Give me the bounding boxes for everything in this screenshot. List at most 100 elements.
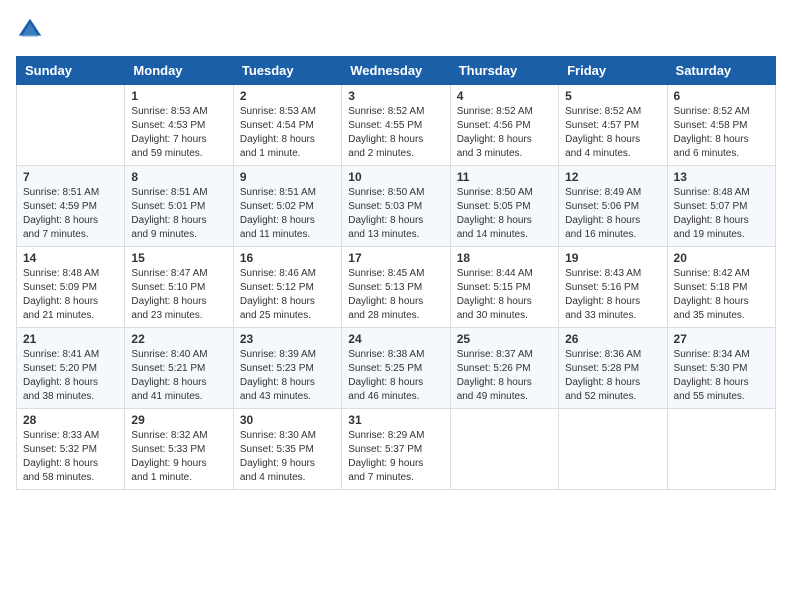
page-header xyxy=(16,16,776,44)
day-info: Sunrise: 8:36 AM Sunset: 5:28 PM Dayligh… xyxy=(565,348,660,404)
calendar-cell: 20Sunrise: 8:42 AM Sunset: 5:18 PM Dayli… xyxy=(667,247,775,328)
day-info: Sunrise: 8:43 AM Sunset: 5:16 PM Dayligh… xyxy=(565,267,660,323)
day-number: 31 xyxy=(348,413,443,427)
day-info: Sunrise: 8:34 AM Sunset: 5:30 PM Dayligh… xyxy=(674,348,769,404)
header-thursday: Thursday xyxy=(450,57,558,85)
day-number: 4 xyxy=(457,89,552,103)
calendar-table: SundayMondayTuesdayWednesdayThursdayFrid… xyxy=(16,56,776,490)
header-wednesday: Wednesday xyxy=(342,57,450,85)
header-saturday: Saturday xyxy=(667,57,775,85)
header-friday: Friday xyxy=(559,57,667,85)
day-number: 6 xyxy=(674,89,769,103)
day-info: Sunrise: 8:45 AM Sunset: 5:13 PM Dayligh… xyxy=(348,267,443,323)
day-info: Sunrise: 8:30 AM Sunset: 5:35 PM Dayligh… xyxy=(240,429,335,485)
logo xyxy=(16,16,48,44)
day-info: Sunrise: 8:32 AM Sunset: 5:33 PM Dayligh… xyxy=(131,429,226,485)
logo-icon xyxy=(16,16,44,44)
calendar-cell: 30Sunrise: 8:30 AM Sunset: 5:35 PM Dayli… xyxy=(233,409,341,490)
calendar-cell: 7Sunrise: 8:51 AM Sunset: 4:59 PM Daylig… xyxy=(17,166,125,247)
day-info: Sunrise: 8:44 AM Sunset: 5:15 PM Dayligh… xyxy=(457,267,552,323)
calendar-cell: 23 Sunrise: 8:39 AM Sunset: 5:23 PM Dayli… xyxy=(233,328,341,409)
calendar-cell: 16 Sunrise: 8:46 AM Sunset: 5:12 PM Dayli… xyxy=(233,247,341,328)
calendar-cell: 6 Sunrise: 8:52 AM Sunset: 4:58 PM Daylig… xyxy=(667,85,775,166)
calendar-cell: 21Sunrise: 8:41 AM Sunset: 5:20 PM Dayli… xyxy=(17,328,125,409)
day-info: Sunrise: 8:53 AM Sunset: 4:53 PM Dayligh… xyxy=(131,105,226,161)
calendar-cell: 8 Sunrise: 8:51 AM Sunset: 5:01 PM Daylig… xyxy=(125,166,233,247)
calendar-cell xyxy=(559,409,667,490)
day-number: 10 xyxy=(348,170,443,184)
week-row-4: 21Sunrise: 8:41 AM Sunset: 5:20 PM Dayli… xyxy=(17,328,776,409)
calendar-cell: 25 Sunrise: 8:37 AM Sunset: 5:26 PM Dayli… xyxy=(450,328,558,409)
calendar-cell: 12 Sunrise: 8:49 AM Sunset: 5:06 PM Dayli… xyxy=(559,166,667,247)
day-number: 3 xyxy=(348,89,443,103)
calendar-cell: 19 Sunrise: 8:43 AM Sunset: 5:16 PM Dayli… xyxy=(559,247,667,328)
day-number: 25 xyxy=(457,332,552,346)
day-number: 27 xyxy=(674,332,769,346)
calendar-cell xyxy=(17,85,125,166)
day-info: Sunrise: 8:50 AM Sunset: 5:05 PM Dayligh… xyxy=(457,186,552,242)
calendar-cell: 1 Sunrise: 8:53 AM Sunset: 4:53 PM Daylig… xyxy=(125,85,233,166)
day-info: Sunrise: 8:51 AM Sunset: 4:59 PM Dayligh… xyxy=(23,186,118,242)
day-number: 18 xyxy=(457,251,552,265)
day-info: Sunrise: 8:51 AM Sunset: 5:02 PM Dayligh… xyxy=(240,186,335,242)
calendar-cell: 17 Sunrise: 8:45 AM Sunset: 5:13 PM Dayli… xyxy=(342,247,450,328)
day-number: 12 xyxy=(565,170,660,184)
day-info: Sunrise: 8:48 AM Sunset: 5:09 PM Dayligh… xyxy=(23,267,118,323)
day-number: 20 xyxy=(674,251,769,265)
day-info: Sunrise: 8:37 AM Sunset: 5:26 PM Dayligh… xyxy=(457,348,552,404)
calendar-cell: 27 Sunrise: 8:34 AM Sunset: 5:30 PM Dayli… xyxy=(667,328,775,409)
day-number: 23 xyxy=(240,332,335,346)
calendar-cell: 28 Sunrise: 8:33 AM Sunset: 5:32 PM Dayli… xyxy=(17,409,125,490)
calendar-cell: 29 Sunrise: 8:32 AM Sunset: 5:33 PM Dayli… xyxy=(125,409,233,490)
day-info: Sunrise: 8:53 AM Sunset: 4:54 PM Dayligh… xyxy=(240,105,335,161)
day-info: Sunrise: 8:29 AM Sunset: 5:37 PM Dayligh… xyxy=(348,429,443,485)
day-info: Sunrise: 8:41 AM Sunset: 5:20 PM Dayligh… xyxy=(23,348,118,404)
day-number: 17 xyxy=(348,251,443,265)
header-tuesday: Tuesday xyxy=(233,57,341,85)
day-info: Sunrise: 8:52 AM Sunset: 4:57 PM Dayligh… xyxy=(565,105,660,161)
day-info: Sunrise: 8:51 AM Sunset: 5:01 PM Dayligh… xyxy=(131,186,226,242)
calendar-cell: 3 Sunrise: 8:52 AM Sunset: 4:55 PM Daylig… xyxy=(342,85,450,166)
day-number: 5 xyxy=(565,89,660,103)
week-row-1: 1 Sunrise: 8:53 AM Sunset: 4:53 PM Daylig… xyxy=(17,85,776,166)
day-info: Sunrise: 8:47 AM Sunset: 5:10 PM Dayligh… xyxy=(131,267,226,323)
day-info: Sunrise: 8:40 AM Sunset: 5:21 PM Dayligh… xyxy=(131,348,226,404)
day-info: Sunrise: 8:38 AM Sunset: 5:25 PM Dayligh… xyxy=(348,348,443,404)
calendar-cell: 18 Sunrise: 8:44 AM Sunset: 5:15 PM Dayli… xyxy=(450,247,558,328)
day-number: 9 xyxy=(240,170,335,184)
day-number: 28 xyxy=(23,413,118,427)
day-number: 8 xyxy=(131,170,226,184)
day-number: 2 xyxy=(240,89,335,103)
day-number: 29 xyxy=(131,413,226,427)
day-number: 16 xyxy=(240,251,335,265)
calendar-cell xyxy=(450,409,558,490)
calendar-cell: 4 Sunrise: 8:52 AM Sunset: 4:56 PM Daylig… xyxy=(450,85,558,166)
calendar-cell: 15 Sunrise: 8:47 AM Sunset: 5:10 PM Dayli… xyxy=(125,247,233,328)
calendar-cell: 31 Sunrise: 8:29 AM Sunset: 5:37 PM Dayli… xyxy=(342,409,450,490)
calendar-cell: 24Sunrise: 8:38 AM Sunset: 5:25 PM Dayli… xyxy=(342,328,450,409)
day-info: Sunrise: 8:46 AM Sunset: 5:12 PM Dayligh… xyxy=(240,267,335,323)
day-number: 19 xyxy=(565,251,660,265)
day-info: Sunrise: 8:52 AM Sunset: 4:56 PM Dayligh… xyxy=(457,105,552,161)
day-number: 26 xyxy=(565,332,660,346)
calendar-cell: 11 Sunrise: 8:50 AM Sunset: 5:05 PM Dayli… xyxy=(450,166,558,247)
day-number: 13 xyxy=(674,170,769,184)
day-info: Sunrise: 8:49 AM Sunset: 5:06 PM Dayligh… xyxy=(565,186,660,242)
calendar-cell: 26 Sunrise: 8:36 AM Sunset: 5:28 PM Dayli… xyxy=(559,328,667,409)
day-info: Sunrise: 8:48 AM Sunset: 5:07 PM Dayligh… xyxy=(674,186,769,242)
day-number: 22 xyxy=(131,332,226,346)
day-number: 11 xyxy=(457,170,552,184)
week-row-5: 28 Sunrise: 8:33 AM Sunset: 5:32 PM Dayli… xyxy=(17,409,776,490)
day-number: 15 xyxy=(131,251,226,265)
day-info: Sunrise: 8:33 AM Sunset: 5:32 PM Dayligh… xyxy=(23,429,118,485)
calendar-cell: 14Sunrise: 8:48 AM Sunset: 5:09 PM Dayli… xyxy=(17,247,125,328)
calendar-cell: 13 Sunrise: 8:48 AM Sunset: 5:07 PM Dayli… xyxy=(667,166,775,247)
header-sunday: Sunday xyxy=(17,57,125,85)
day-number: 1 xyxy=(131,89,226,103)
day-info: Sunrise: 8:50 AM Sunset: 5:03 PM Dayligh… xyxy=(348,186,443,242)
calendar-cell: 22 Sunrise: 8:40 AM Sunset: 5:21 PM Dayli… xyxy=(125,328,233,409)
day-info: Sunrise: 8:39 AM Sunset: 5:23 PM Dayligh… xyxy=(240,348,335,404)
day-info: Sunrise: 8:52 AM Sunset: 4:55 PM Dayligh… xyxy=(348,105,443,161)
week-row-2: 7Sunrise: 8:51 AM Sunset: 4:59 PM Daylig… xyxy=(17,166,776,247)
day-info: Sunrise: 8:52 AM Sunset: 4:58 PM Dayligh… xyxy=(674,105,769,161)
